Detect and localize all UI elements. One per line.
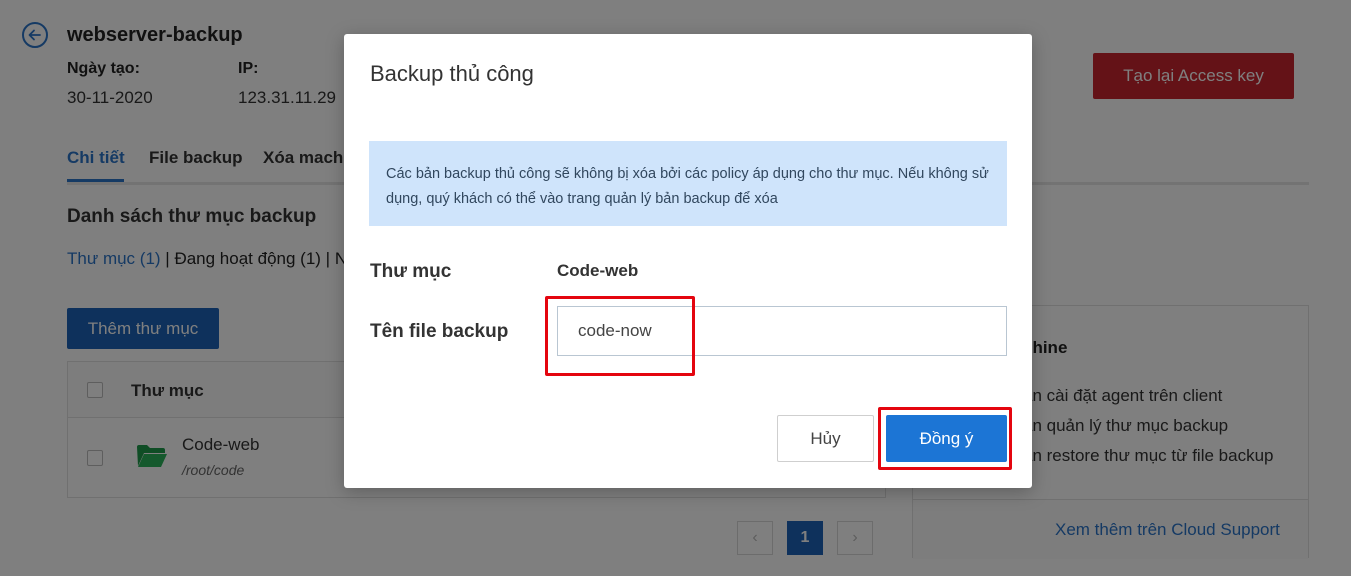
folder-value: Code-web [557, 261, 639, 280]
cancel-button[interactable]: Hủy [777, 415, 874, 462]
manual-backup-dialog: Backup thủ công Các bản backup thủ công … [344, 34, 1032, 488]
folder-label: Thư mục [370, 261, 452, 282]
annotation-highlight-confirm [878, 407, 1012, 470]
info-alert: Các bản backup thủ công sẽ không bị xóa … [369, 141, 1007, 226]
filename-label: Tên file backup [370, 321, 509, 342]
dialog-title: Backup thủ công [370, 61, 534, 86]
annotation-highlight-input [545, 296, 695, 376]
